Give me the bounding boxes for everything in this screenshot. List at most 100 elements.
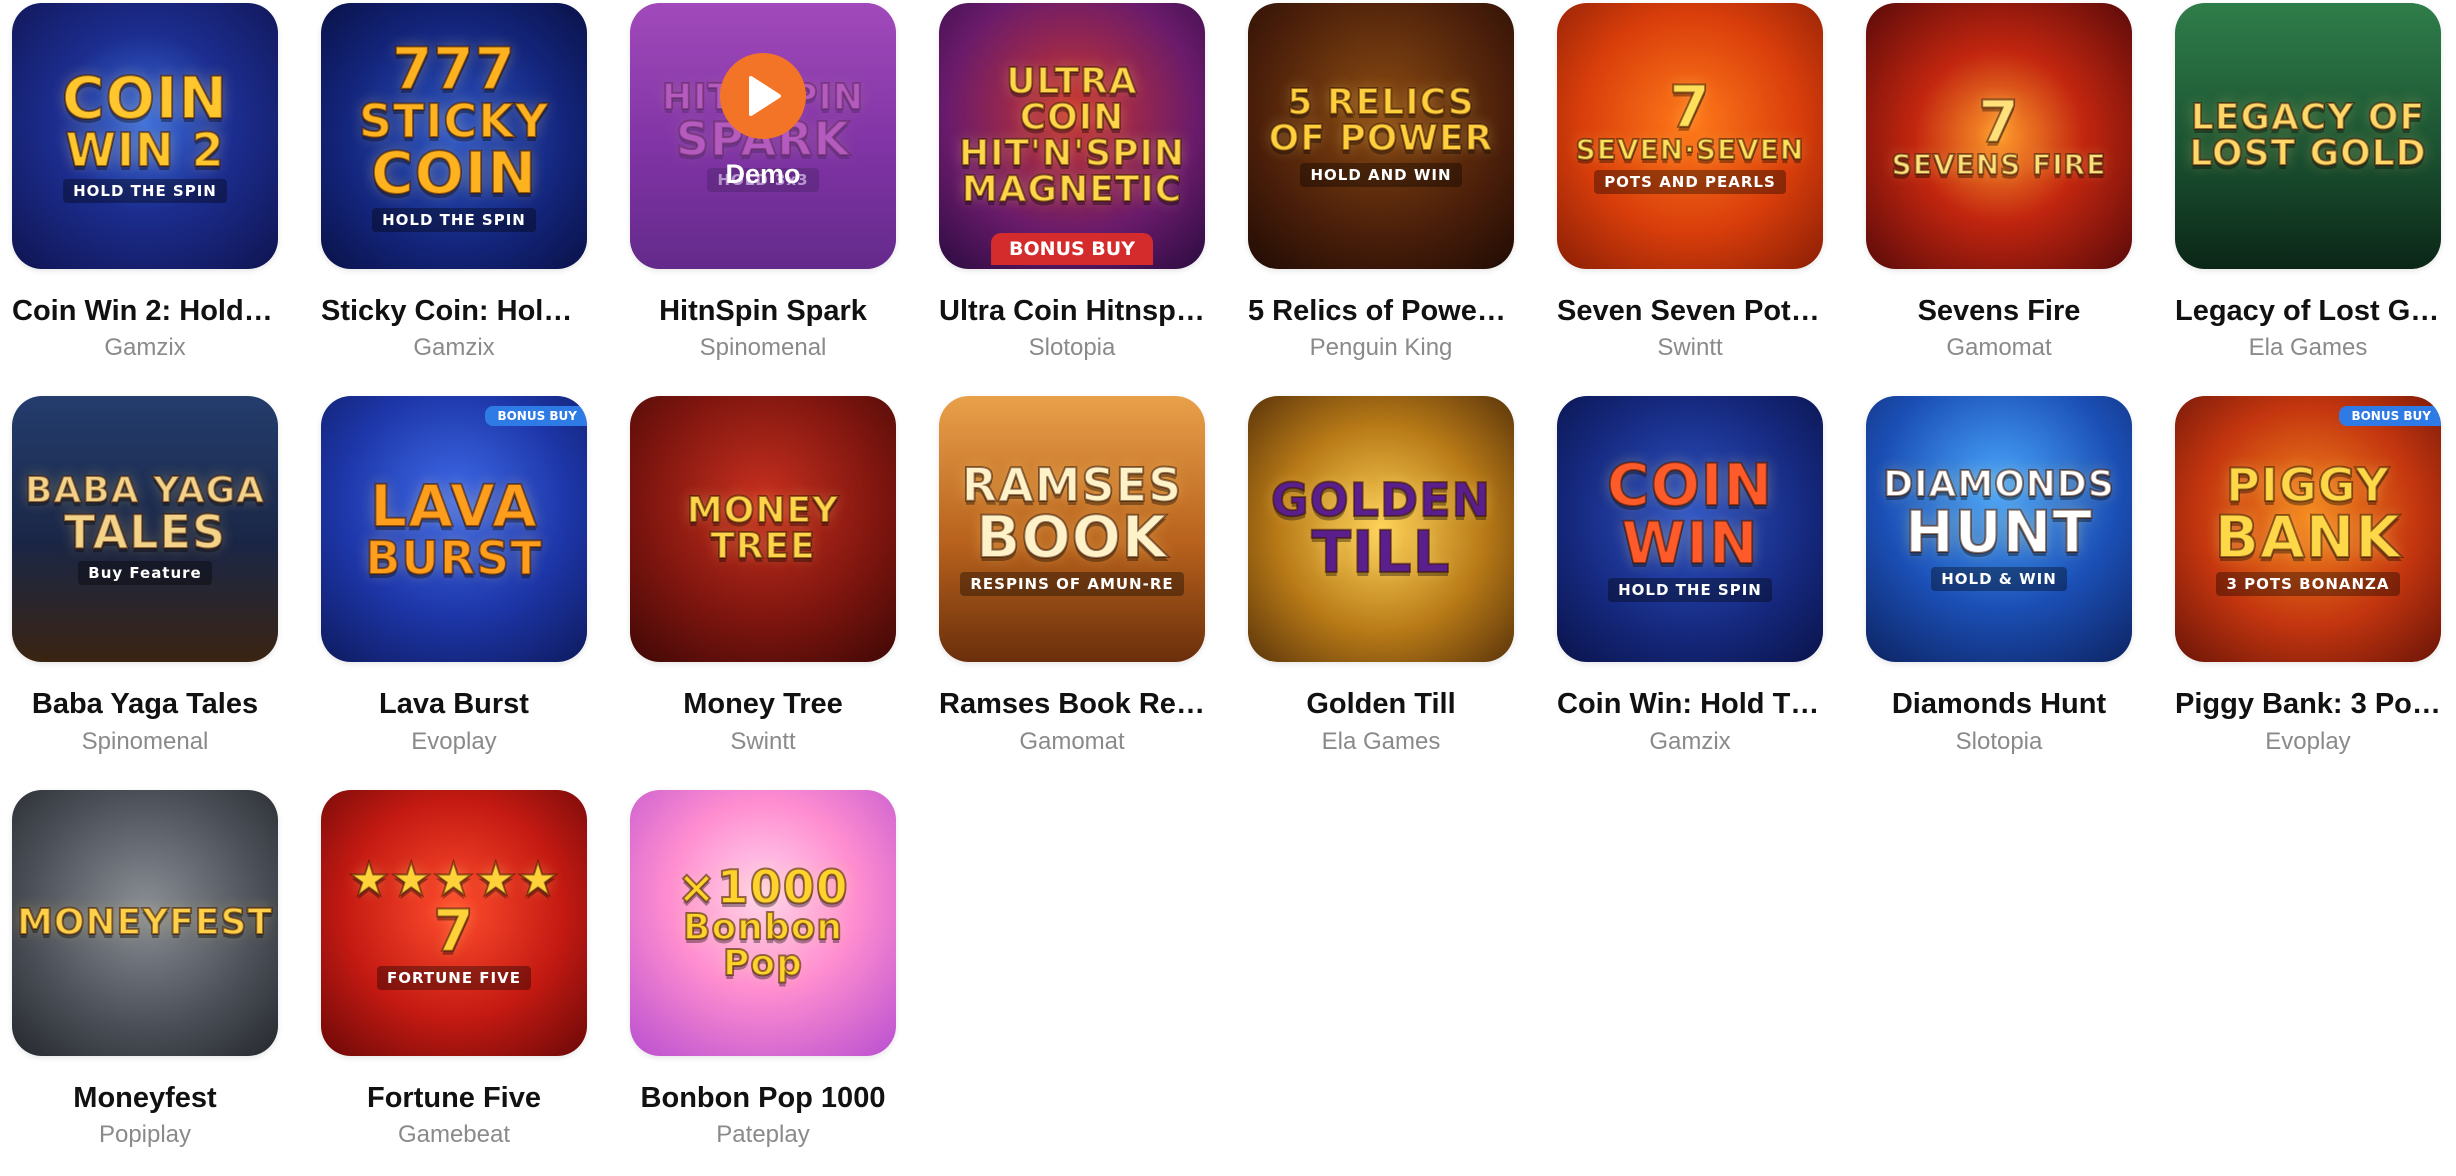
artwork-subtitle: HOLD AND WIN: [1300, 163, 1462, 187]
game-card-8[interactable]: BABA YAGA TALES Buy Feature Baba Yaga Tale…: [12, 396, 278, 755]
game-thumbnail[interactable]: COIN WIN 2 HOLD THE SPIN: [12, 3, 278, 269]
game-artwork: COIN WIN 2 HOLD THE SPIN: [12, 3, 278, 269]
game-title[interactable]: HitnSpin Spark: [630, 295, 896, 328]
game-thumbnail[interactable]: ★★★★★ 7 FORTUNE FIVE: [321, 789, 587, 1056]
game-card-13[interactable]: COIN WIN HOLD THE SPIN Coin Win: Hold The …: [1557, 396, 1823, 755]
artwork-text: BURST: [364, 531, 543, 586]
game-title[interactable]: Baba Yaga Tales: [12, 688, 278, 721]
game-title[interactable]: 5 Relics of Power: Hold and Win: [1248, 295, 1514, 328]
game-title[interactable]: Money Tree: [630, 688, 896, 721]
game-thumbnail[interactable]: ×1000 Bonbon Pop: [630, 789, 896, 1056]
game-provider: Evoplay: [411, 727, 497, 755]
game-thumbnail[interactable]: 7 SEVENS FIRE: [1866, 3, 2132, 269]
game-title[interactable]: Bonbon Pop 1000: [630, 1082, 896, 1115]
game-card-9[interactable]: LAVA BURST BONUS BUY Lava Burst Evoplay: [321, 396, 587, 755]
game-thumbnail[interactable]: HITNSPINSPARKHOLD 3x3 Demo: [630, 3, 896, 269]
game-artwork: ★★★★★ 7 FORTUNE FIVE: [321, 790, 587, 1056]
game-card-6[interactable]: 7 SEVENS FIRE Sevens Fire Gamomat: [1866, 3, 2132, 362]
game-title[interactable]: Ultra Coin Hitnspin Magnetic: [939, 295, 1205, 328]
artwork-text: 7: [1668, 73, 1711, 141]
game-title[interactable]: Sevens Fire: [1866, 295, 2132, 328]
artwork-text: BANK: [2214, 503, 2402, 572]
artwork-text: LAVA: [369, 472, 538, 541]
game-thumbnail[interactable]: 777 STICKY COIN HOLD THE SPIN: [321, 3, 587, 269]
demo-overlay[interactable]: Demo: [630, 3, 896, 269]
artwork-text: 7: [432, 896, 475, 965]
game-title[interactable]: Seven Seven Pots and Pearls: [1557, 295, 1823, 328]
artwork-text: PIGGY: [2225, 458, 2390, 513]
game-title[interactable]: Golden Till: [1248, 688, 1514, 721]
artwork-subtitle: HOLD THE SPIN: [372, 208, 536, 232]
game-artwork: 777 STICKY COIN HOLD THE SPIN: [321, 3, 587, 269]
game-card-5[interactable]: 7 SEVEN·SEVEN POTS AND PEARLS Seven Seven …: [1557, 3, 1823, 362]
game-thumbnail[interactable]: GOLDEN TILL: [1248, 396, 1514, 663]
artwork-subtitle: 3 POTS BONANZA: [2216, 572, 2400, 597]
game-card-18[interactable]: ×1000 Bonbon Pop Bonbon Pop 1000 Pateplay: [630, 789, 896, 1149]
artwork-subtitle: HOLD THE SPIN: [1608, 578, 1772, 603]
game-thumbnail[interactable]: MONEY TREE: [630, 396, 896, 663]
game-card-11[interactable]: RAMSES BOOK RESPINS OF AMUN-RE Ramses Book…: [939, 396, 1205, 755]
game-card-7[interactable]: LEGACY OF LOST GOLD Legacy of Lost Gold E…: [2175, 3, 2441, 362]
game-thumbnail[interactable]: PIGGY BANK 3 POTS BONANZA BONUS BUY: [2175, 396, 2441, 663]
game-provider: Spinomenal: [699, 334, 827, 362]
game-title[interactable]: Lava Burst: [321, 688, 587, 721]
game-provider: Spinomenal: [81, 727, 209, 755]
game-card-3[interactable]: ULTRA COIN HIT'N'SPIN MAGNETIC BONUS BUY U…: [939, 3, 1205, 362]
game-title[interactable]: Legacy of Lost Gold: [2175, 295, 2441, 328]
game-card-10[interactable]: MONEY TREE Money Tree Swintt: [630, 396, 896, 755]
game-title[interactable]: Ramses Book Respins of Amun-Re: [939, 688, 1205, 721]
game-title[interactable]: Diamonds Hunt: [1866, 688, 2132, 721]
artwork-text: TILL: [1310, 518, 1451, 587]
game-thumbnail[interactable]: MONEYFEST: [12, 789, 278, 1056]
play-button[interactable]: [720, 52, 806, 139]
game-thumbnail[interactable]: BABA YAGA TALES Buy Feature: [12, 396, 278, 663]
game-card-4[interactable]: 5 RELICS OF POWER HOLD AND WIN 5 Relics of…: [1248, 3, 1514, 362]
artwork-subtitle: HOLD & WIN: [1931, 567, 2067, 592]
artwork-text: 5 RELICS: [1286, 82, 1475, 123]
artwork-subtitle: Buy Feature: [78, 561, 212, 586]
game-provider: Gamzix: [104, 334, 186, 362]
game-thumbnail[interactable]: LEGACY OF LOST GOLD: [2175, 3, 2441, 269]
artwork-text: Bonbon Pop: [682, 906, 843, 984]
game-thumbnail[interactable]: RAMSES BOOK RESPINS OF AMUN-RE: [939, 396, 1205, 663]
game-provider: Gamomat: [1946, 334, 2052, 362]
game-thumbnail[interactable]: COIN WIN HOLD THE SPIN: [1557, 396, 1823, 663]
game-card-14[interactable]: DIAMONDS HUNT HOLD & WIN Diamonds Hunt Slo…: [1866, 396, 2132, 755]
artwork-text: HIT'N'SPIN: [958, 133, 1186, 174]
game-card-17[interactable]: ★★★★★ 7 FORTUNE FIVE Fortune Five Gamebeat: [321, 789, 587, 1149]
game-thumbnail[interactable]: LAVA BURST BONUS BUY: [321, 396, 587, 663]
artwork-text: WIN 2: [64, 123, 225, 177]
game-card-2[interactable]: HITNSPINSPARKHOLD 3x3 Demo HitnSpin Spar…: [630, 3, 896, 362]
bonus-buy-badge: BONUS BUY: [485, 406, 587, 427]
game-provider: Gamomat: [1019, 727, 1125, 755]
game-card-1[interactable]: 777 STICKY COIN HOLD THE SPIN Sticky Coin: …: [321, 3, 587, 362]
game-provider: Ela Games: [1321, 727, 1441, 755]
game-provider: Slotopia: [1955, 727, 2043, 755]
game-grid: COIN WIN 2 HOLD THE SPIN Coin Win 2: Hold …: [12, 3, 2441, 1149]
game-thumbnail[interactable]: ULTRA COIN HIT'N'SPIN MAGNETIC BONUS BUY: [939, 3, 1205, 269]
artwork-text: RAMSES: [961, 458, 1183, 513]
game-artwork: 7 SEVEN·SEVEN POTS AND PEARLS: [1557, 3, 1823, 269]
game-title[interactable]: Piggy Bank: 3 Pots Bonanza: [2175, 688, 2441, 721]
game-title[interactable]: Coin Win: Hold The Spin: [1557, 688, 1823, 721]
game-title[interactable]: Moneyfest: [12, 1082, 278, 1115]
game-card-15[interactable]: PIGGY BANK 3 POTS BONANZA BONUS BUY Piggy …: [2175, 396, 2441, 755]
game-artwork: 5 RELICS OF POWER HOLD AND WIN: [1248, 3, 1514, 269]
demo-label[interactable]: Demo: [725, 159, 800, 190]
artwork-text: OF POWER: [1268, 118, 1494, 159]
game-card-0[interactable]: COIN WIN 2 HOLD THE SPIN Coin Win 2: Hold …: [12, 3, 278, 362]
game-thumbnail[interactable]: 5 RELICS OF POWER HOLD AND WIN: [1248, 3, 1514, 269]
game-title[interactable]: Fortune Five: [321, 1082, 587, 1115]
game-title[interactable]: Coin Win 2: Hold The Spin: [12, 295, 278, 328]
artwork-text: ×1000: [676, 859, 849, 914]
artwork-subtitle: POTS AND PEARLS: [1594, 170, 1786, 194]
game-provider: Evoplay: [2265, 727, 2351, 755]
artwork-text: LOST GOLD: [2188, 133, 2427, 174]
game-artwork: BABA YAGA TALES Buy Feature: [12, 396, 278, 662]
game-title[interactable]: Sticky Coin: Hold The Spin: [321, 295, 587, 328]
game-card-12[interactable]: GOLDEN TILL Golden Till Ela Games: [1248, 396, 1514, 755]
game-thumbnail[interactable]: 7 SEVEN·SEVEN POTS AND PEARLS: [1557, 3, 1823, 269]
game-card-16[interactable]: MONEYFEST Moneyfest Popiplay: [12, 789, 278, 1149]
game-thumbnail[interactable]: DIAMONDS HUNT HOLD & WIN: [1866, 396, 2132, 663]
artwork-text: MONEY TREE: [686, 490, 840, 568]
